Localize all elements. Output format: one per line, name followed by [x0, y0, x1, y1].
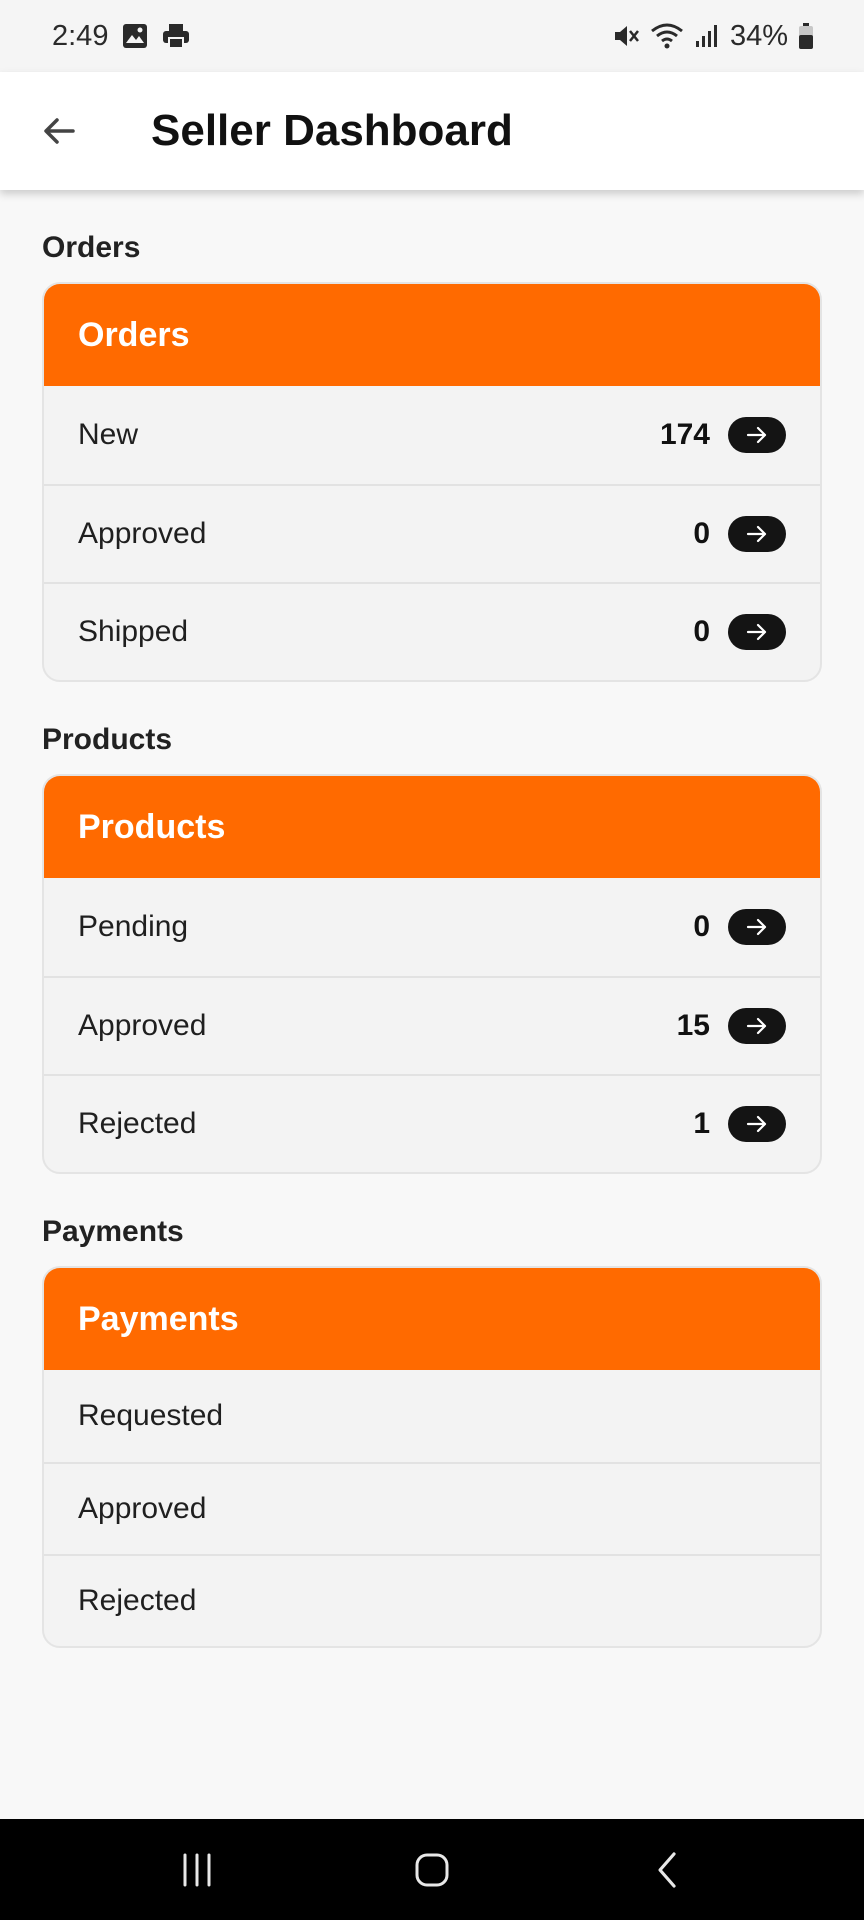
row-label: Requested: [78, 1399, 224, 1432]
row-right: 0: [693, 614, 786, 650]
signal-icon: [694, 23, 720, 49]
battery-icon: [798, 22, 814, 50]
arrow-right-icon: [746, 525, 767, 543]
orders-section-label: Orders: [42, 231, 141, 264]
orders-row-shipped[interactable]: Shipped 0: [44, 582, 820, 680]
status-left: 2:49: [52, 20, 190, 53]
orders-row-new[interactable]: New 174: [44, 386, 820, 484]
arrow-right-icon: [746, 918, 767, 936]
recent-apps-icon: [183, 1853, 211, 1886]
arrow-right-button[interactable]: [728, 614, 786, 650]
wifi-icon: [650, 22, 684, 50]
status-time: 2:49: [52, 19, 109, 52]
products-rows: Pending 0 Approved 15 Rejected 1: [44, 878, 820, 1172]
products-row-rejected[interactable]: Rejected 1: [44, 1074, 820, 1172]
products-card-header: Products: [44, 776, 820, 878]
mute-icon: [612, 22, 640, 50]
status-bar: 2:49 34%: [0, 0, 864, 72]
system-nav-bar: [0, 1819, 864, 1920]
row-right: 1: [693, 1106, 786, 1142]
arrow-right-icon: [746, 1017, 767, 1035]
page-title: Seller Dashboard: [151, 106, 513, 155]
arrow-right-icon: [746, 623, 767, 641]
payments-rows: Requested Approved Rejected: [44, 1370, 820, 1646]
orders-card: Orders New 174 Approved 0 Shipped 0: [42, 282, 822, 682]
battery-percent: 34%: [729, 19, 788, 52]
row-label: Rejected: [78, 1584, 197, 1617]
row-right: 15: [677, 1008, 786, 1044]
arrow-right-icon: [746, 1115, 767, 1133]
row-count: 0: [693, 910, 710, 943]
home-icon: [415, 1853, 449, 1886]
row-label: New: [78, 418, 139, 451]
row-count: 174: [659, 418, 710, 451]
row-right: 0: [693, 516, 786, 552]
row-count: 1: [693, 1107, 710, 1140]
products-row-approved[interactable]: Approved 15: [44, 976, 820, 1074]
row-count: 0: [693, 517, 710, 550]
recent-apps-button[interactable]: [152, 1835, 242, 1905]
orders-card-header: Orders: [44, 284, 820, 386]
back-nav-button[interactable]: [622, 1835, 712, 1905]
payments-row-requested[interactable]: Requested: [44, 1370, 820, 1462]
app-bar: Seller Dashboard: [0, 72, 864, 190]
products-card: Products Pending 0 Approved 15 Rejected …: [42, 774, 822, 1174]
status-right: 34%: [612, 20, 814, 53]
payments-card: Payments Requested Approved Rejected: [42, 1266, 822, 1648]
arrow-right-button[interactable]: [728, 516, 786, 552]
row-label: Approved: [78, 1492, 207, 1525]
arrow-right-button[interactable]: [728, 1106, 786, 1142]
products-section-label: Products: [42, 723, 173, 756]
orders-row-approved[interactable]: Approved 0: [44, 484, 820, 582]
payments-section-label: Payments: [42, 1215, 184, 1248]
payments-row-approved[interactable]: Approved: [44, 1462, 820, 1554]
arrow-left-icon: [44, 118, 75, 144]
row-label: Shipped: [78, 615, 189, 648]
image-icon: [122, 23, 148, 49]
row-count: 15: [676, 1009, 710, 1042]
row-label: Pending: [78, 910, 189, 943]
orders-rows: New 174 Approved 0 Shipped 0: [44, 386, 820, 680]
row-label: Rejected: [78, 1107, 197, 1140]
arrow-right-button[interactable]: [728, 1008, 786, 1044]
row-label: Approved: [78, 517, 207, 550]
row-label: Approved: [78, 1009, 207, 1042]
back-button[interactable]: [19, 91, 99, 171]
dashboard-content: Orders Orders New 174 Approved 0 Shipped…: [0, 190, 864, 1648]
row-count: 0: [693, 615, 710, 648]
row-right: 174: [660, 417, 786, 453]
back-nav-icon: [658, 1851, 676, 1888]
row-right: 0: [693, 909, 786, 945]
arrow-right-button[interactable]: [728, 909, 786, 945]
products-row-pending[interactable]: Pending 0: [44, 878, 820, 976]
arrow-right-icon: [746, 426, 767, 444]
home-button[interactable]: [387, 1835, 477, 1905]
payments-card-header: Payments: [44, 1268, 820, 1370]
arrow-right-button[interactable]: [728, 417, 786, 453]
print-icon: [162, 23, 190, 49]
payments-row-rejected[interactable]: Rejected: [44, 1554, 820, 1646]
